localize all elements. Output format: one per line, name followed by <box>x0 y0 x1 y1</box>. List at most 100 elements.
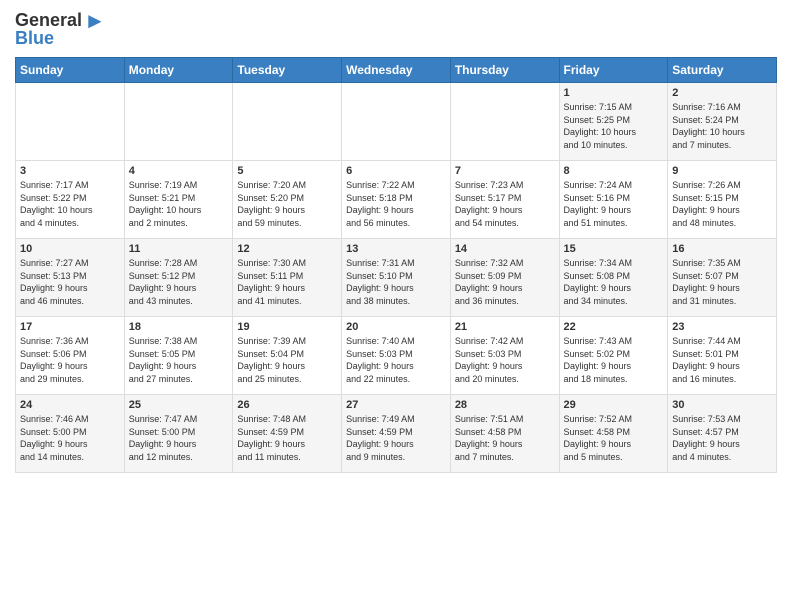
day-info: Sunrise: 7:31 AM Sunset: 5:10 PM Dayligh… <box>346 257 446 307</box>
day-info: Sunrise: 7:38 AM Sunset: 5:05 PM Dayligh… <box>129 335 229 385</box>
day-number: 19 <box>237 321 337 333</box>
weekday-header-monday: Monday <box>124 58 233 83</box>
day-cell: 19 Sunrise: 7:39 AM Sunset: 5:04 PM Dayli… <box>233 317 342 395</box>
week-row-1: 1 Sunrise: 7:15 AM Sunset: 5:25 PM Daylig… <box>16 83 777 161</box>
day-cell <box>124 83 233 161</box>
day-cell: 9 Sunrise: 7:26 AM Sunset: 5:15 PM Daylig… <box>668 161 777 239</box>
weekday-header-saturday: Saturday <box>668 58 777 83</box>
day-info: Sunrise: 7:49 AM Sunset: 4:59 PM Dayligh… <box>346 413 446 463</box>
day-cell: 28 Sunrise: 7:51 AM Sunset: 4:58 PM Dayli… <box>450 395 559 473</box>
day-cell <box>233 83 342 161</box>
weekday-header-friday: Friday <box>559 58 668 83</box>
day-number: 27 <box>346 399 446 411</box>
week-row-3: 10Sunrise: 7:27 AM Sunset: 5:13 PM Dayli… <box>16 239 777 317</box>
day-number: 28 <box>455 399 555 411</box>
day-info: Sunrise: 7:15 AM Sunset: 5:25 PM Dayligh… <box>564 101 664 151</box>
day-cell: 23 Sunrise: 7:44 AM Sunset: 5:01 PM Dayli… <box>668 317 777 395</box>
day-cell: 11 Sunrise: 7:28 AM Sunset: 5:12 PM Dayli… <box>124 239 233 317</box>
day-cell: 13 Sunrise: 7:31 AM Sunset: 5:10 PM Dayli… <box>342 239 451 317</box>
day-info: Sunrise: 7:46 AM Sunset: 5:00 PM Dayligh… <box>20 413 120 463</box>
day-cell: 25 Sunrise: 7:47 AM Sunset: 5:00 PM Dayli… <box>124 395 233 473</box>
calendar-table: SundayMondayTuesdayWednesdayThursdayFrid… <box>15 57 777 473</box>
day-number: 8 <box>564 165 664 177</box>
day-info: Sunrise: 7:24 AM Sunset: 5:16 PM Dayligh… <box>564 179 664 229</box>
day-cell: 22 Sunrise: 7:43 AM Sunset: 5:02 PM Dayli… <box>559 317 668 395</box>
day-info: Sunrise: 7:26 AM Sunset: 5:15 PM Dayligh… <box>672 179 772 229</box>
day-number: 6 <box>346 165 446 177</box>
weekday-header-wednesday: Wednesday <box>342 58 451 83</box>
header: General ► Blue <box>15 10 777 49</box>
day-number: 24 <box>20 399 120 411</box>
day-cell: 7 Sunrise: 7:23 AM Sunset: 5:17 PM Daylig… <box>450 161 559 239</box>
day-cell: 15 Sunrise: 7:34 AM Sunset: 5:08 PM Dayli… <box>559 239 668 317</box>
logo: General ► Blue <box>15 10 106 49</box>
day-cell: 29Sunrise: 7:52 AM Sunset: 4:58 PM Dayli… <box>559 395 668 473</box>
page-container: General ► Blue SundayMondayTuesdayWednes… <box>0 0 792 481</box>
day-number: 15 <box>564 243 664 255</box>
day-cell: 3Sunrise: 7:17 AM Sunset: 5:22 PM Daylig… <box>16 161 125 239</box>
day-number: 17 <box>20 321 120 333</box>
day-info: Sunrise: 7:40 AM Sunset: 5:03 PM Dayligh… <box>346 335 446 385</box>
day-cell: 8 Sunrise: 7:24 AM Sunset: 5:16 PM Daylig… <box>559 161 668 239</box>
day-info: Sunrise: 7:47 AM Sunset: 5:00 PM Dayligh… <box>129 413 229 463</box>
day-info: Sunrise: 7:16 AM Sunset: 5:24 PM Dayligh… <box>672 101 772 151</box>
day-number: 30 <box>672 399 772 411</box>
day-number: 29 <box>564 399 664 411</box>
day-number: 4 <box>129 165 229 177</box>
day-number: 26 <box>237 399 337 411</box>
week-row-2: 3Sunrise: 7:17 AM Sunset: 5:22 PM Daylig… <box>16 161 777 239</box>
day-cell <box>450 83 559 161</box>
day-number: 5 <box>237 165 337 177</box>
day-info: Sunrise: 7:48 AM Sunset: 4:59 PM Dayligh… <box>237 413 337 463</box>
weekday-header-row: SundayMondayTuesdayWednesdayThursdayFrid… <box>16 58 777 83</box>
day-cell: 17 Sunrise: 7:36 AM Sunset: 5:06 PM Dayli… <box>16 317 125 395</box>
day-number: 9 <box>672 165 772 177</box>
day-info: Sunrise: 7:32 AM Sunset: 5:09 PM Dayligh… <box>455 257 555 307</box>
day-info: Sunrise: 7:19 AM Sunset: 5:21 PM Dayligh… <box>129 179 229 229</box>
day-cell: 26 Sunrise: 7:48 AM Sunset: 4:59 PM Dayli… <box>233 395 342 473</box>
day-info: Sunrise: 7:53 AM Sunset: 4:57 PM Dayligh… <box>672 413 772 463</box>
day-number: 21 <box>455 321 555 333</box>
day-number: 22 <box>564 321 664 333</box>
day-info: Sunrise: 7:39 AM Sunset: 5:04 PM Dayligh… <box>237 335 337 385</box>
day-number: 25 <box>129 399 229 411</box>
day-cell: 16Sunrise: 7:35 AM Sunset: 5:07 PM Dayli… <box>668 239 777 317</box>
day-cell: 24 Sunrise: 7:46 AM Sunset: 5:00 PM Dayli… <box>16 395 125 473</box>
day-number: 14 <box>455 243 555 255</box>
day-cell: 21Sunrise: 7:42 AM Sunset: 5:03 PM Dayli… <box>450 317 559 395</box>
day-number: 11 <box>129 243 229 255</box>
day-info: Sunrise: 7:51 AM Sunset: 4:58 PM Dayligh… <box>455 413 555 463</box>
day-number: 3 <box>20 165 120 177</box>
day-cell: 10Sunrise: 7:27 AM Sunset: 5:13 PM Dayli… <box>16 239 125 317</box>
day-info: Sunrise: 7:23 AM Sunset: 5:17 PM Dayligh… <box>455 179 555 229</box>
day-number: 18 <box>129 321 229 333</box>
day-number: 23 <box>672 321 772 333</box>
week-row-5: 24 Sunrise: 7:46 AM Sunset: 5:00 PM Dayli… <box>16 395 777 473</box>
day-number: 16 <box>672 243 772 255</box>
day-cell: 1 Sunrise: 7:15 AM Sunset: 5:25 PM Daylig… <box>559 83 668 161</box>
day-cell: 14 Sunrise: 7:32 AM Sunset: 5:09 PM Dayli… <box>450 239 559 317</box>
day-cell: 5Sunrise: 7:20 AM Sunset: 5:20 PM Daylig… <box>233 161 342 239</box>
week-row-4: 17 Sunrise: 7:36 AM Sunset: 5:06 PM Dayli… <box>16 317 777 395</box>
day-cell: 6 Sunrise: 7:22 AM Sunset: 5:18 PM Daylig… <box>342 161 451 239</box>
day-info: Sunrise: 7:34 AM Sunset: 5:08 PM Dayligh… <box>564 257 664 307</box>
day-info: Sunrise: 7:28 AM Sunset: 5:12 PM Dayligh… <box>129 257 229 307</box>
day-cell <box>16 83 125 161</box>
day-number: 10 <box>20 243 120 255</box>
logo-blue: Blue <box>15 28 54 49</box>
day-number: 7 <box>455 165 555 177</box>
logo-arrow-icon: ► <box>84 10 106 32</box>
day-info: Sunrise: 7:36 AM Sunset: 5:06 PM Dayligh… <box>20 335 120 385</box>
day-number: 1 <box>564 87 664 99</box>
day-cell: 27 Sunrise: 7:49 AM Sunset: 4:59 PM Dayli… <box>342 395 451 473</box>
day-cell: 2Sunrise: 7:16 AM Sunset: 5:24 PM Daylig… <box>668 83 777 161</box>
weekday-header-thursday: Thursday <box>450 58 559 83</box>
day-info: Sunrise: 7:30 AM Sunset: 5:11 PM Dayligh… <box>237 257 337 307</box>
day-info: Sunrise: 7:22 AM Sunset: 5:18 PM Dayligh… <box>346 179 446 229</box>
day-info: Sunrise: 7:44 AM Sunset: 5:01 PM Dayligh… <box>672 335 772 385</box>
day-number: 12 <box>237 243 337 255</box>
day-info: Sunrise: 7:43 AM Sunset: 5:02 PM Dayligh… <box>564 335 664 385</box>
day-number: 13 <box>346 243 446 255</box>
day-cell <box>342 83 451 161</box>
day-cell: 18 Sunrise: 7:38 AM Sunset: 5:05 PM Dayli… <box>124 317 233 395</box>
